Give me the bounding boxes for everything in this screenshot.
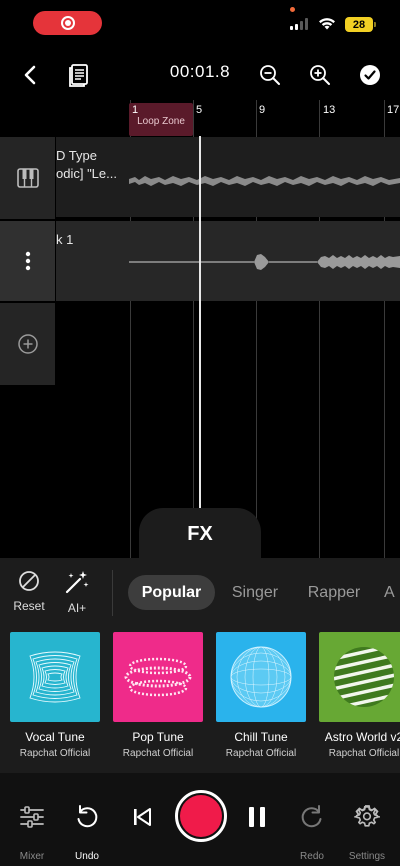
lyrics-button[interactable] — [64, 60, 94, 90]
preset-author: Rapchat Official — [19, 748, 91, 759]
zoom-out-icon — [260, 65, 280, 85]
preset-author: Rapchat Official — [225, 748, 297, 759]
preset-title: Vocal Tune — [25, 730, 85, 744]
skip-back-icon — [134, 808, 151, 826]
bottom-transport-bar: Mixer Undo Redo Settings — [0, 773, 400, 866]
mixer-sliders-icon — [20, 806, 44, 828]
toolbar-divider — [112, 570, 113, 616]
redo-label: Redo — [300, 851, 324, 862]
ai-plus-button[interactable]: AI+ — [52, 570, 102, 615]
pop-tune-artwork — [113, 632, 203, 722]
track-row-vocal[interactable]: k 1 — [56, 221, 400, 301]
undo-button[interactable] — [67, 797, 107, 837]
pause-button[interactable] — [237, 797, 277, 837]
settings-button[interactable] — [347, 797, 387, 837]
fx-tab[interactable]: FX — [139, 508, 261, 560]
reset-label: Reset — [13, 599, 45, 613]
undo-icon — [77, 805, 98, 828]
undo-label: Undo — [75, 851, 99, 862]
timeline-ruler[interactable]: Loop Zone 1 5 9 13 17 — [0, 100, 400, 136]
playhead[interactable] — [199, 136, 201, 558]
playback-time: 00:01.8 — [169, 62, 231, 81]
piano-keys-icon — [16, 168, 39, 188]
preset-card-vocal-tune[interactable]: Vocal Tune Rapchat Official — [10, 632, 100, 759]
chill-tune-artwork — [216, 632, 306, 722]
mixer-button[interactable] — [12, 797, 52, 837]
vocal-tune-artwork — [10, 632, 100, 722]
add-circle-icon — [17, 334, 38, 354]
loop-zone-label: Loop Zone — [137, 116, 185, 127]
done-check-icon — [360, 65, 380, 85]
ai-plus-label: AI+ — [67, 601, 87, 615]
ruler-tick: 9 — [259, 104, 266, 116]
zoom-out-button[interactable] — [255, 60, 285, 90]
loop-zone[interactable]: Loop Zone — [129, 103, 193, 136]
magic-wand-icon — [65, 571, 89, 594]
vocal-waveform — [129, 254, 400, 270]
preset-author: Rapchat Official — [122, 748, 194, 759]
redo-button[interactable] — [292, 797, 332, 837]
ruler-tick: 17 — [387, 104, 400, 116]
track-name: D Type odic] "Le... — [56, 148, 117, 181]
settings-label: Settings — [348, 851, 386, 862]
zoom-in-button[interactable] — [305, 60, 335, 90]
track-row-beat[interactable]: D Type odic] "Le... — [56, 137, 400, 217]
pause-icon — [249, 807, 265, 827]
reset-button[interactable]: Reset — [4, 570, 54, 613]
top-toolbar: 00:01.8 — [0, 52, 400, 96]
cellular-signal-icon — [290, 18, 308, 30]
preset-card-astro-world[interactable]: Astro World v2 Rapchat Official — [319, 632, 400, 759]
category-tab-popular[interactable]: Popular — [128, 575, 215, 610]
wifi-icon — [319, 18, 335, 30]
skip-to-start-button[interactable] — [122, 797, 162, 837]
zoom-in-icon — [310, 65, 330, 85]
track-instrument-button[interactable] — [0, 137, 55, 219]
timeline[interactable]: Loop Zone 1 5 9 13 17 D Type odic] "Le..… — [0, 100, 400, 558]
status-bar: 28 — [0, 0, 400, 48]
fx-panel: Reset AI+ Popular Singer Rapper A Vocal … — [0, 558, 400, 773]
preset-card-pop-tune[interactable]: Pop Tune Rapchat Official — [113, 632, 203, 759]
preset-title: Pop Tune — [132, 730, 184, 744]
redo-icon — [301, 805, 322, 828]
screen-recording-indicator[interactable] — [33, 11, 102, 35]
add-track-button[interactable] — [0, 303, 55, 385]
lyrics-notes-icon — [69, 64, 88, 87]
record-icon — [60, 16, 75, 30]
category-tab-singer[interactable]: Singer — [222, 575, 288, 610]
preset-card-chill-tune[interactable]: Chill Tune Rapchat Official — [216, 632, 306, 759]
track-name: k 1 — [56, 232, 74, 247]
preset-author: Rapchat Official — [328, 748, 400, 759]
astro-world-artwork — [319, 632, 400, 722]
beat-waveform — [129, 176, 400, 186]
category-tab-more[interactable]: A — [384, 575, 400, 610]
category-tab-rapper[interactable]: Rapper — [300, 575, 368, 610]
ruler-tick: 5 — [196, 104, 203, 116]
ruler-tick: 1 — [132, 104, 139, 116]
gear-icon — [354, 805, 380, 827]
preset-title: Astro World v2 — [324, 730, 400, 744]
done-button[interactable] — [355, 60, 385, 90]
back-button[interactable] — [15, 60, 45, 90]
reset-circle-slash-icon — [19, 571, 39, 591]
mixer-label: Mixer — [19, 851, 45, 862]
track-options-button[interactable] — [0, 221, 55, 301]
back-chevron-icon — [24, 65, 36, 85]
battery-indicator: 28 — [345, 17, 376, 32]
more-vertical-icon — [25, 251, 30, 271]
privacy-indicator-dot — [290, 7, 295, 12]
preset-title: Chill Tune — [234, 730, 288, 744]
record-button[interactable] — [175, 790, 227, 842]
ruler-tick: 13 — [323, 104, 336, 116]
